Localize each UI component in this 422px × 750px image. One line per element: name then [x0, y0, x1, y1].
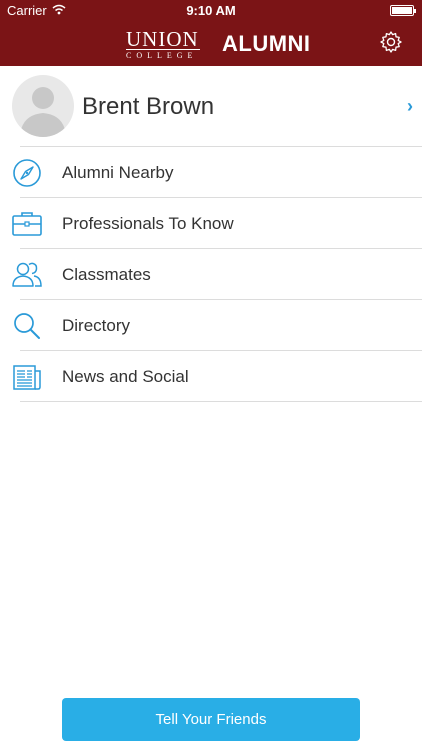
tell-your-friends-button[interactable]: Tell Your Friends [62, 698, 360, 741]
page-title: ALUMNI [222, 31, 311, 56]
people-icon [12, 262, 42, 287]
menu-item-label: News and Social [62, 367, 189, 386]
divider [20, 401, 422, 402]
battery-icon [390, 5, 416, 16]
app-header: Carrier 9:10 AM UNION COLLEGE ALUMNI [0, 0, 422, 66]
menu-item-label: Directory [62, 316, 131, 335]
profile-name: Brent Brown [82, 93, 215, 120]
menu-item-label: Professionals To Know [62, 214, 234, 233]
profile-row[interactable]: Brent Brown › [0, 66, 422, 147]
menu-item-classmates[interactable]: Classmates [0, 249, 422, 300]
newspaper-icon [13, 365, 41, 390]
status-bar: Carrier 9:10 AM [0, 0, 422, 22]
logo-college-text: COLLEGE [126, 49, 200, 60]
logo-union-text: UNION [126, 27, 199, 51]
compass-icon [13, 159, 41, 187]
status-time: 9:10 AM [186, 3, 236, 18]
gear-icon[interactable] [379, 30, 403, 54]
menu-item-news-social[interactable]: News and Social [0, 351, 422, 402]
union-college-logo: UNION COLLEGE [126, 27, 200, 60]
menu-item-label: Classmates [62, 265, 151, 284]
avatar-placeholder-icon [20, 87, 66, 137]
search-icon [14, 313, 40, 339]
menu-item-professionals[interactable]: Professionals To Know [0, 198, 422, 249]
menu-item-directory[interactable]: Directory [0, 300, 422, 351]
chevron-right-icon[interactable]: › [407, 96, 413, 117]
menu-item-alumni-nearby[interactable]: Alumni Nearby [0, 147, 422, 198]
menu-item-label: Alumni Nearby [62, 163, 174, 182]
briefcase-icon [12, 212, 42, 236]
avatar [12, 75, 74, 137]
